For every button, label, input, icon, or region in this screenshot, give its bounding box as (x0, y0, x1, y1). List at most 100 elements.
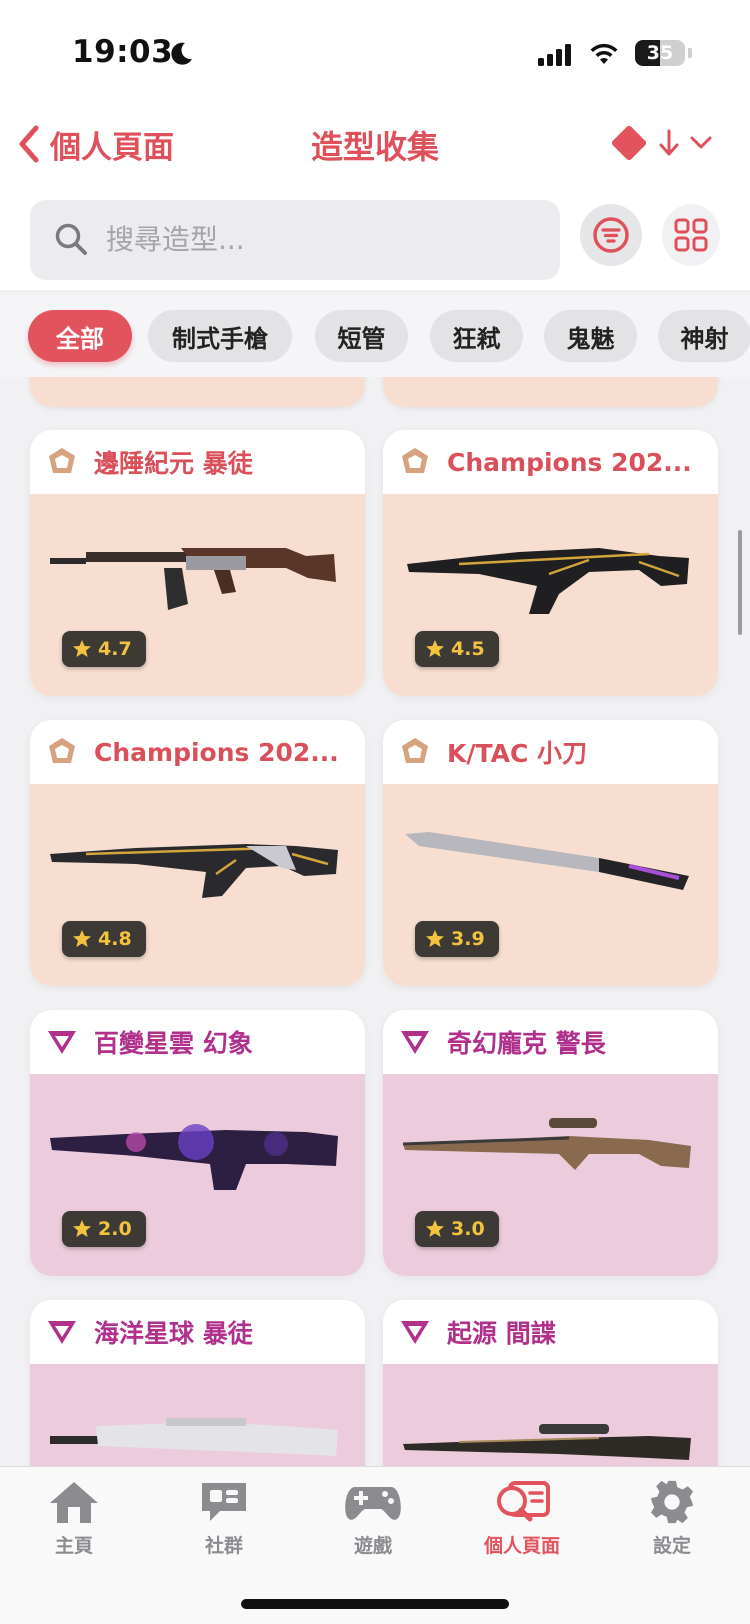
rating-badge: 3.9 (415, 921, 499, 957)
card-header: 百變星雲 幻象 (30, 1010, 365, 1074)
chip-sidearm[interactable]: 制式手槍 (148, 310, 292, 362)
rating-badge: 4.5 (415, 631, 499, 667)
rating-badge: 4.7 (62, 631, 146, 667)
filter-button[interactable] (580, 204, 642, 266)
tier-bronze-icon (402, 738, 428, 763)
filter-icon (593, 217, 629, 253)
battery-level: 35 (646, 42, 674, 64)
card-image-area: 4.7 (30, 494, 365, 696)
grid-icon (674, 218, 708, 252)
profile-search-icon (497, 1481, 550, 1522)
skin-card[interactable]: 海洋星球 暴徒 (30, 1300, 365, 1466)
champion-rifle-icon (50, 844, 338, 898)
gamepad-icon (345, 1487, 401, 1520)
rating-badge: 4.8 (62, 921, 146, 957)
chip-all[interactable]: 全部 (28, 310, 132, 362)
search-placeholder: 搜尋造型... (106, 223, 245, 256)
card-image-area (30, 1364, 365, 1466)
chip-shorty[interactable]: 短管 (315, 310, 408, 362)
card-title: 海洋星球 暴徒 (94, 1319, 253, 1348)
home-indicator (241, 1599, 509, 1609)
star-icon (426, 930, 444, 947)
tab-settings[interactable]: 設定 (607, 1479, 737, 1558)
status-bar: 19:03 35 (0, 0, 750, 100)
rating-value: 4.5 (451, 638, 485, 660)
rating-value: 3.9 (451, 928, 485, 950)
card-title: 百變星雲 幻象 (94, 1029, 253, 1058)
gear-icon (650, 1480, 694, 1524)
card-image-area: 3.9 (383, 784, 718, 986)
card-image-area: 4.5 (383, 494, 718, 696)
chat-icon (202, 1483, 246, 1521)
search-icon (55, 223, 87, 255)
tier-bronze-icon (49, 738, 75, 763)
card-title: Champions 202... (447, 447, 692, 477)
skin-card[interactable]: Champions 202... 4.8 (30, 720, 365, 986)
skin-card-partial[interactable] (30, 377, 365, 407)
moon-icon (171, 42, 192, 65)
wifi-icon (590, 43, 618, 64)
card-image-area (383, 1364, 718, 1466)
marshal-rifle-icon (402, 1118, 691, 1170)
rating-badge: 3.0 (415, 1211, 499, 1247)
star-icon (426, 1220, 444, 1237)
chip-ghost[interactable]: 鬼魅 (544, 310, 637, 362)
tab-label: 主頁 (54, 1535, 93, 1557)
chip-frenzy[interactable]: 狂弒 (430, 310, 523, 362)
search-input[interactable]: 搜尋造型... (30, 200, 560, 280)
tab-profile[interactable]: 個人頁面 (457, 1479, 587, 1558)
card-title: 奇幻龐克 警長 (447, 1029, 606, 1058)
tier-bronze-icon (49, 448, 75, 473)
card-title: Champions 202... (94, 737, 339, 767)
knife-icon (405, 832, 689, 890)
skin-card[interactable]: 起源 間諜 (383, 1300, 718, 1466)
chevron-down-icon (690, 136, 712, 149)
skin-card[interactable]: Champions 202... 4.5 (383, 430, 718, 696)
tier-purple-icon (48, 1031, 76, 1054)
sort-dropdown[interactable] (608, 122, 714, 164)
card-header: Champions 202... (30, 720, 365, 784)
tier-purple-icon (401, 1321, 429, 1344)
skin-card[interactable]: K/TAC 小刀 3.9 (383, 720, 718, 986)
card-header: K/TAC 小刀 (383, 720, 718, 784)
card-header: 海洋星球 暴徒 (30, 1300, 365, 1364)
chip-sheriff[interactable]: 神射 (658, 310, 750, 362)
tier-purple-icon (401, 1031, 429, 1054)
skin-card[interactable]: 奇幻龐克 警長 3.0 (383, 1010, 718, 1276)
tab-community[interactable]: 社群 (159, 1479, 289, 1558)
scrollbar[interactable] (738, 530, 742, 635)
tab-label: 遊戲 (353, 1535, 392, 1557)
nebula-rifle-icon (50, 1124, 338, 1190)
skin-card-partial[interactable] (383, 377, 718, 407)
tab-label: 設定 (652, 1535, 691, 1557)
tab-home[interactable]: 主頁 (9, 1479, 139, 1558)
rating-value: 2.0 (98, 1218, 132, 1240)
tab-games[interactable]: 遊戲 (308, 1479, 438, 1558)
card-image-area: 3.0 (383, 1074, 718, 1276)
phantom-rifle-icon (407, 548, 689, 614)
card-title: K/TAC 小刀 (447, 739, 588, 768)
card-title: 起源 間諜 (447, 1319, 556, 1348)
tab-label: 個人頁面 (483, 1535, 560, 1557)
grid-view-button[interactable] (662, 204, 720, 266)
vandal-rifle-icon (50, 548, 336, 610)
card-image-area: 2.0 (30, 1074, 365, 1276)
tier-purple-icon (48, 1321, 76, 1344)
rating-badge: 2.0 (62, 1211, 146, 1247)
white-rifle-icon (50, 1418, 338, 1456)
star-icon (73, 930, 91, 947)
arrow-down-icon (659, 129, 679, 156)
star-icon (426, 640, 444, 657)
card-image-area: 4.8 (30, 784, 365, 986)
rating-value: 4.7 (98, 638, 132, 660)
sniper-rifle-icon (403, 1424, 691, 1460)
card-header: Champions 202... (383, 430, 718, 494)
status-time: 19:03 (72, 34, 174, 70)
top-navigation: 個人頁面 造型收集 搜尋造型... (0, 100, 750, 290)
skin-card[interactable]: 邊陲紀元 暴徒 4.7 (30, 430, 365, 696)
home-icon (50, 1482, 98, 1523)
card-header: 起源 間諜 (383, 1300, 718, 1364)
tab-label: 社群 (204, 1535, 243, 1557)
skin-card[interactable]: 百變星雲 幻象 2.0 (30, 1010, 365, 1276)
tier-bronze-icon (402, 448, 428, 473)
